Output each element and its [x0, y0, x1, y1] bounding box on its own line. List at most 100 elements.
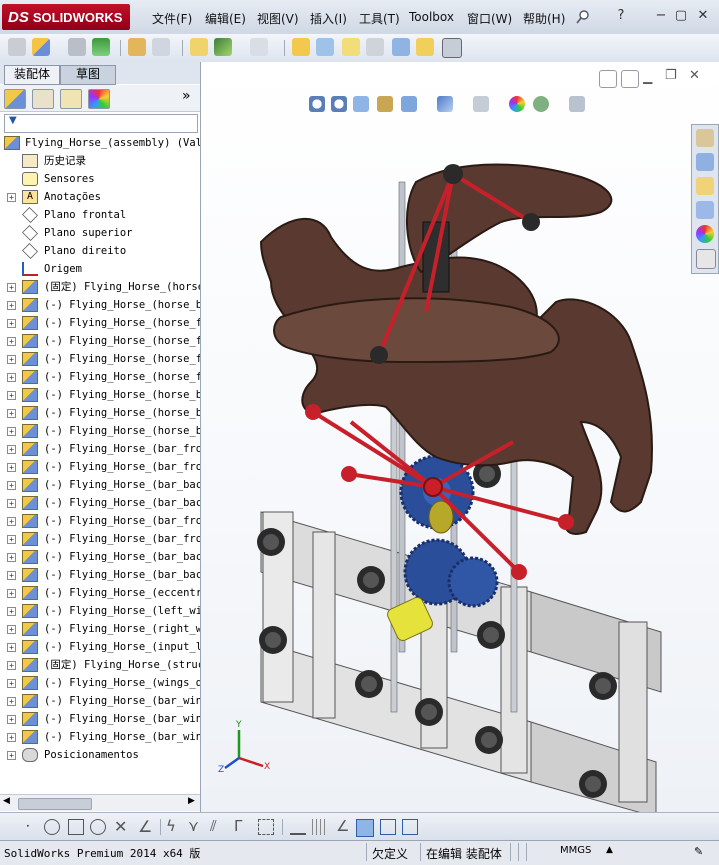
- menu-view[interactable]: 视图(V): [257, 10, 299, 26]
- expand-toggle-icon[interactable]: +: [7, 283, 16, 292]
- tree-item[interactable]: Origem: [0, 260, 200, 278]
- smart-dimension-icon[interactable]: [290, 819, 306, 835]
- grid-icon[interactable]: [312, 819, 328, 835]
- top-pivot[interactable]: [443, 164, 463, 184]
- point-icon[interactable]: ·: [26, 819, 30, 833]
- menu-window[interactable]: 窗口(W): [467, 10, 512, 26]
- tree-item[interactable]: + (-) Flying_Horse_(bar_wing: [0, 710, 200, 728]
- offset-icon[interactable]: ϟ: [166, 817, 176, 835]
- options-icon[interactable]: [442, 38, 462, 58]
- tree-item[interactable]: + (-) Flying_Horse_(horse_fr: [0, 314, 200, 332]
- configuration-manager-icon[interactable]: [60, 89, 82, 109]
- assembly-model[interactable]: [201, 62, 719, 812]
- bill-of-materials-icon[interactable]: [366, 38, 384, 56]
- rebuild-icon[interactable]: ✎: [694, 845, 703, 858]
- convert-entities-icon[interactable]: ⫽: [210, 817, 217, 835]
- tree-item[interactable]: + (-) Flying_Horse_(right_wi: [0, 620, 200, 638]
- smart-fasteners-icon[interactable]: [190, 38, 208, 56]
- expand-toggle-icon[interactable]: +: [7, 751, 16, 760]
- menu-help[interactable]: 帮助(H): [523, 10, 565, 26]
- tree-item[interactable]: + (-) Flying_Horse_(bar_back: [0, 566, 200, 584]
- expand-toggle-icon[interactable]: +: [7, 193, 16, 202]
- line-icon[interactable]: ∠: [138, 817, 152, 836]
- side-gear[interactable]: [447, 556, 499, 608]
- tree-item[interactable]: + (-) Flying_Horse_(bar_wing: [0, 728, 200, 746]
- paperclip-icon[interactable]: [68, 38, 86, 56]
- mate-icon[interactable]: [92, 38, 110, 56]
- tree-item[interactable]: Plano frontal: [0, 206, 200, 224]
- expand-toggle-icon[interactable]: +: [7, 553, 16, 562]
- show-hidden-icon[interactable]: [250, 38, 268, 56]
- new-motion-study-icon[interactable]: [342, 38, 360, 56]
- units-dropdown-icon[interactable]: ▲: [606, 845, 613, 855]
- insert-component-icon[interactable]: [32, 38, 50, 56]
- property-manager-icon[interactable]: [32, 89, 54, 109]
- tree-item[interactable]: + (-) Flying_Horse_(horse_ba: [0, 386, 200, 404]
- tree-item[interactable]: + (-) Flying_Horse_(horse_ba: [0, 296, 200, 314]
- restore-button[interactable]: ▢: [674, 9, 688, 23]
- expand-toggle-icon[interactable]: +: [7, 643, 16, 652]
- expand-toggle-icon[interactable]: +: [7, 337, 16, 346]
- view-palette-icon[interactable]: [696, 201, 714, 219]
- tree-item[interactable]: + (-) Flying_Horse_(horse_ba: [0, 422, 200, 440]
- tree-item[interactable]: Plano superior: [0, 224, 200, 242]
- tree-item[interactable]: + (-) Flying_Horse_(bar_fron: [0, 512, 200, 530]
- expand-toggle-icon[interactable]: +: [7, 499, 16, 508]
- tree-item[interactable]: + (-) Flying_Horse_(horse_ba: [0, 404, 200, 422]
- tab-sketch[interactable]: 草图: [60, 65, 116, 85]
- tree-root-assembly[interactable]: Flying_Horse_(assembly) (Val: [0, 134, 200, 152]
- tree-item[interactable]: + (-) Flying_Horse_(bar_back: [0, 548, 200, 566]
- tree-item[interactable]: Sensores: [0, 170, 200, 188]
- expand-toggle-icon[interactable]: +: [7, 301, 16, 310]
- tree-item[interactable]: Plano direito: [0, 242, 200, 260]
- menu-tools[interactable]: 工具(T): [359, 10, 400, 26]
- file-explorer-icon[interactable]: [696, 177, 714, 195]
- tree-item[interactable]: + (-) Flying_Horse_(horse_fr: [0, 332, 200, 350]
- tree-item[interactable]: + (固定) Flying_Horse_(struc: [0, 656, 200, 674]
- expand-toggle-icon[interactable]: +: [7, 481, 16, 490]
- tree-item[interactable]: + (-) Flying_Horse_(horse_fr: [0, 350, 200, 368]
- tab-assembly[interactable]: 装配体: [4, 65, 60, 85]
- instant3d-icon[interactable]: [416, 38, 434, 56]
- tree-item[interactable]: + (-) Flying_Horse_(bar_fron: [0, 458, 200, 476]
- expand-toggle-icon[interactable]: +: [7, 625, 16, 634]
- tree-item[interactable]: + (-) Flying_Horse_(eccentri: [0, 584, 200, 602]
- design-library-icon[interactable]: [696, 153, 714, 171]
- reference-geometry-icon[interactable]: [316, 38, 334, 56]
- tree-item[interactable]: 历史记录: [0, 152, 200, 170]
- expand-toggle-icon[interactable]: +: [7, 517, 16, 526]
- linear-pattern-icon[interactable]: [152, 38, 170, 56]
- menu-toolbox[interactable]: Toolbox: [409, 10, 454, 26]
- expand-toggle-icon[interactable]: +: [7, 607, 16, 616]
- move-component-icon[interactable]: [214, 38, 232, 56]
- tree-item[interactable]: + (-) Flying_Horse_(left_win: [0, 602, 200, 620]
- graphics-viewport[interactable]: ▁ ❐ ✕ Y X Z: [201, 62, 719, 812]
- expand-toggle-icon[interactable]: +: [7, 679, 16, 688]
- scroll-right-icon[interactable]: ▶: [188, 796, 195, 806]
- scroll-left-icon[interactable]: ◀: [3, 796, 10, 806]
- rectangle-icon[interactable]: [68, 819, 84, 835]
- home-icon[interactable]: [696, 129, 714, 147]
- tree-item[interactable]: + (-) Flying_Horse_(input_le: [0, 638, 200, 656]
- expand-toggle-icon[interactable]: +: [7, 697, 16, 706]
- expand-toggle-icon[interactable]: +: [7, 391, 16, 400]
- tree-item[interactable]: + (-) Flying_Horse_(wings_dr: [0, 674, 200, 692]
- expand-toggle-icon[interactable]: +: [7, 733, 16, 742]
- assembly-features-icon[interactable]: [292, 38, 310, 56]
- expand-toggle-icon[interactable]: +: [7, 319, 16, 328]
- unit-system[interactable]: MMGS: [560, 845, 591, 856]
- tree-horizontal-scrollbar[interactable]: ◀ ▶: [0, 794, 200, 811]
- appearances-icon[interactable]: [696, 225, 714, 243]
- custom-properties-icon[interactable]: [696, 249, 716, 269]
- rapid-sketch-icon[interactable]: [380, 819, 396, 835]
- expand-toggle-icon[interactable]: +: [7, 409, 16, 418]
- shaded-sketch-icon[interactable]: [356, 819, 374, 837]
- tree-item[interactable]: + (固定) Flying_Horse_(horse: [0, 278, 200, 296]
- menu-file[interactable]: 文件(F): [152, 10, 192, 26]
- menu-insert[interactable]: 插入(I): [310, 10, 347, 26]
- menu-edit[interactable]: 编辑(E): [205, 10, 246, 26]
- expand-toggle-icon[interactable]: +: [7, 355, 16, 364]
- display-manager-icon[interactable]: [88, 89, 110, 109]
- solidworks-logo[interactable]: DS SOLIDWORKS: [2, 4, 130, 30]
- circle-icon[interactable]: [44, 819, 60, 835]
